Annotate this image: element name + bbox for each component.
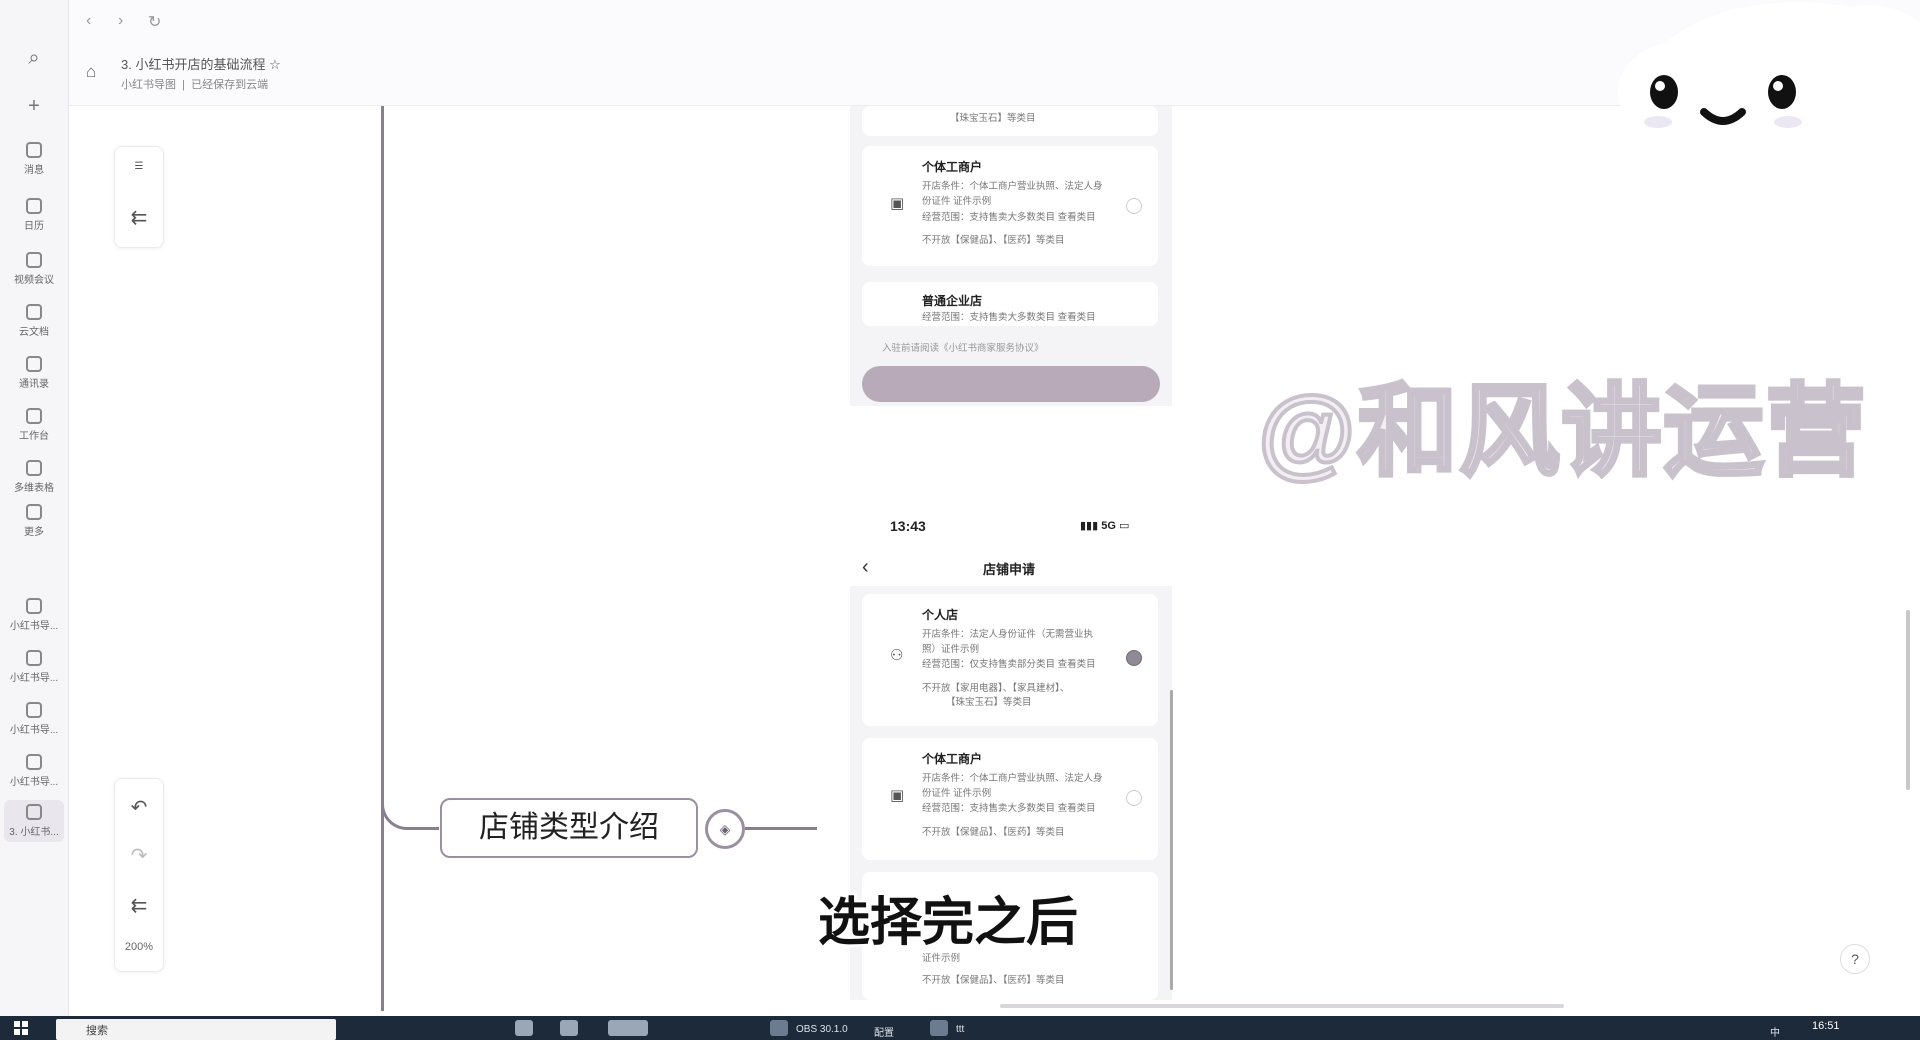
obs-app-icon[interactable] xyxy=(770,1020,788,1036)
breadcrumb: 小红书导图 | 已经保存到云端 xyxy=(121,79,269,91)
mindmap-connector xyxy=(745,827,817,830)
sidebar-item-video-meeting[interactable]: 视频会议 xyxy=(4,252,64,286)
taskbar-app-label[interactable]: ttt xyxy=(956,1024,964,1035)
home-icon[interactable]: ⌂ xyxy=(86,62,104,81)
doc-icon xyxy=(26,598,42,614)
sidebar-item-workbench[interactable]: 工作台 xyxy=(4,408,64,442)
submit-button[interactable] xyxy=(862,366,1160,402)
vertical-scrollbar[interactable] xyxy=(1906,610,1910,790)
agreement-text[interactable]: 入驻前请阅读《小红书商家服务协议》 xyxy=(882,340,1044,354)
obs-app-label[interactable]: OBS 30.1.0 xyxy=(796,1024,848,1035)
forward-arrow-icon[interactable]: › xyxy=(118,12,123,30)
status-network: ▮▮▮ 5G ▭ xyxy=(1080,520,1130,532)
sidebar-item-recent-1[interactable]: 小红书导... xyxy=(4,598,64,632)
search-icon[interactable]: ⌕ xyxy=(20,44,48,72)
sidebar-item-recent-4[interactable]: 小红书导... xyxy=(4,754,64,788)
mindmap-node[interactable]: 店铺类型介绍 xyxy=(440,798,698,858)
briefcase-icon: ▣ xyxy=(890,195,905,212)
zoom-level[interactable]: 200% xyxy=(115,941,163,953)
more-icon xyxy=(26,504,42,520)
redo-icon[interactable]: ↷ xyxy=(115,843,163,868)
doc-icon xyxy=(26,650,42,666)
save-status: 已经保存到云端 xyxy=(191,79,269,91)
refresh-icon[interactable]: ↻ xyxy=(148,12,161,32)
sidebar-item-more[interactable]: 更多 xyxy=(4,504,64,538)
sidebar-item-recent-2[interactable]: 小红书导... xyxy=(4,650,64,684)
ime-indicator[interactable]: 中 xyxy=(1770,1024,1780,1039)
undo-icon[interactable]: ↶ xyxy=(115,795,163,820)
cloud-mascot-icon xyxy=(1618,2,1920,150)
chat-icon xyxy=(26,142,42,158)
add-icon[interactable]: + xyxy=(20,92,48,120)
doc-icon xyxy=(26,702,42,718)
taskbar-clock[interactable]: 16:51 xyxy=(1812,1020,1840,1032)
store-card-personal[interactable]: 个人店 ⚇ 开店条件：法定人身份证件（无需营业执 照）证件示例 经营范围：仅支持… xyxy=(862,594,1158,726)
phone-page-title: 店铺申请 xyxy=(983,562,1036,577)
list-view-icon[interactable]: ⇇ xyxy=(115,205,163,230)
status-time: 13:43 xyxy=(890,518,926,534)
sidebar-item-calendar[interactable]: 日历 xyxy=(4,198,64,232)
sidebar-item-current-doc[interactable]: 3. 小红书... xyxy=(4,800,64,842)
phone-scrollbar xyxy=(1170,690,1173,990)
view-toolbox: ☰ ⇇ xyxy=(114,146,164,248)
sidebar-item-bitable[interactable]: 多维表格 xyxy=(4,460,64,494)
contacts-icon xyxy=(26,356,42,372)
sidebar-item-recent-3[interactable]: 小红书导... xyxy=(4,702,64,736)
chevron-left-icon[interactable]: ‹ xyxy=(862,556,869,579)
grid-icon xyxy=(26,408,42,424)
sidebar-item-docs[interactable]: 云文档 xyxy=(4,304,64,338)
phone-screenshot-top: 【珠宝玉石】等类目 个体工商户 ▣ 开店条件：个体工商户营业执照、法定人身 份证… xyxy=(850,106,1172,406)
calendar-icon xyxy=(26,198,42,214)
taskbar-app-icon[interactable] xyxy=(515,1020,533,1036)
video-caption: 选择完之后 xyxy=(815,892,1080,955)
taskbar-app-icon[interactable] xyxy=(930,1020,948,1036)
radio-personal-selected[interactable] xyxy=(1126,650,1142,666)
video-icon xyxy=(26,252,42,268)
person-icon: ⚇ xyxy=(890,647,904,664)
store-card-individual-2[interactable]: 个体工商户 ▣ 开店条件：个体工商户营业执照、法定人身 份证件 证件示例 经营范… xyxy=(862,738,1158,860)
taskbar-app-icon[interactable] xyxy=(560,1020,578,1036)
doc-title[interactable]: 3. 小红书开店的基础流程 ☆ xyxy=(121,54,281,73)
star-icon[interactable]: ☆ xyxy=(269,57,281,72)
store-card-individual[interactable]: 个体工商户 ▣ 开店条件：个体工商户营业执照、法定人身 份证件 证件示例 经营范… xyxy=(862,146,1158,266)
taskbar-app-icon[interactable] xyxy=(608,1020,648,1036)
store-card-company[interactable]: 普通企业店 经营范围：支持售卖大多数类目 查看类目 xyxy=(862,282,1158,326)
sidebar-item-contacts[interactable]: 通讯录 xyxy=(4,356,64,390)
taskbar-search-placeholder: 搜索 xyxy=(86,1025,108,1037)
doc-icon xyxy=(26,804,42,820)
radio-individual[interactable] xyxy=(1126,198,1142,214)
doc-icon xyxy=(26,304,42,320)
watermark: @和风讲运营 xyxy=(1256,374,1868,490)
radio-individual-2[interactable] xyxy=(1126,790,1142,806)
horizontal-scrollbar[interactable] xyxy=(1000,1004,1564,1008)
history-toolbox: ↶ ↷ ⇇ 200% xyxy=(114,778,164,972)
store-card-partial: 【珠宝玉石】等类目 xyxy=(862,106,1158,136)
battery-icon: ▭ xyxy=(1118,520,1130,532)
table-icon xyxy=(26,460,42,476)
taskbar-app-label[interactable]: 配置 xyxy=(874,1024,894,1039)
breadcrumb-folder[interactable]: 小红书导图 xyxy=(121,79,176,91)
briefcase-icon: ▣ xyxy=(890,787,905,804)
left-nav-rail: ⌕ + 消息 日历 视频会议 云文档 通讯录 工作台 多维表格 更多 小红书导.… xyxy=(0,0,69,1016)
help-icon[interactable]: ? xyxy=(1840,944,1870,974)
outline-view-icon[interactable]: ☰ xyxy=(115,161,163,172)
windows-start-icon[interactable] xyxy=(14,1021,28,1035)
collapse-node-icon[interactable]: ◈ xyxy=(705,809,745,849)
back-arrow-icon[interactable]: ‹ xyxy=(86,12,91,30)
mindmap-branch-line xyxy=(381,106,384,1011)
layout-icon[interactable]: ⇇ xyxy=(115,893,163,918)
doc-icon xyxy=(26,754,42,770)
sidebar-item-messages[interactable]: 消息 xyxy=(4,142,64,176)
